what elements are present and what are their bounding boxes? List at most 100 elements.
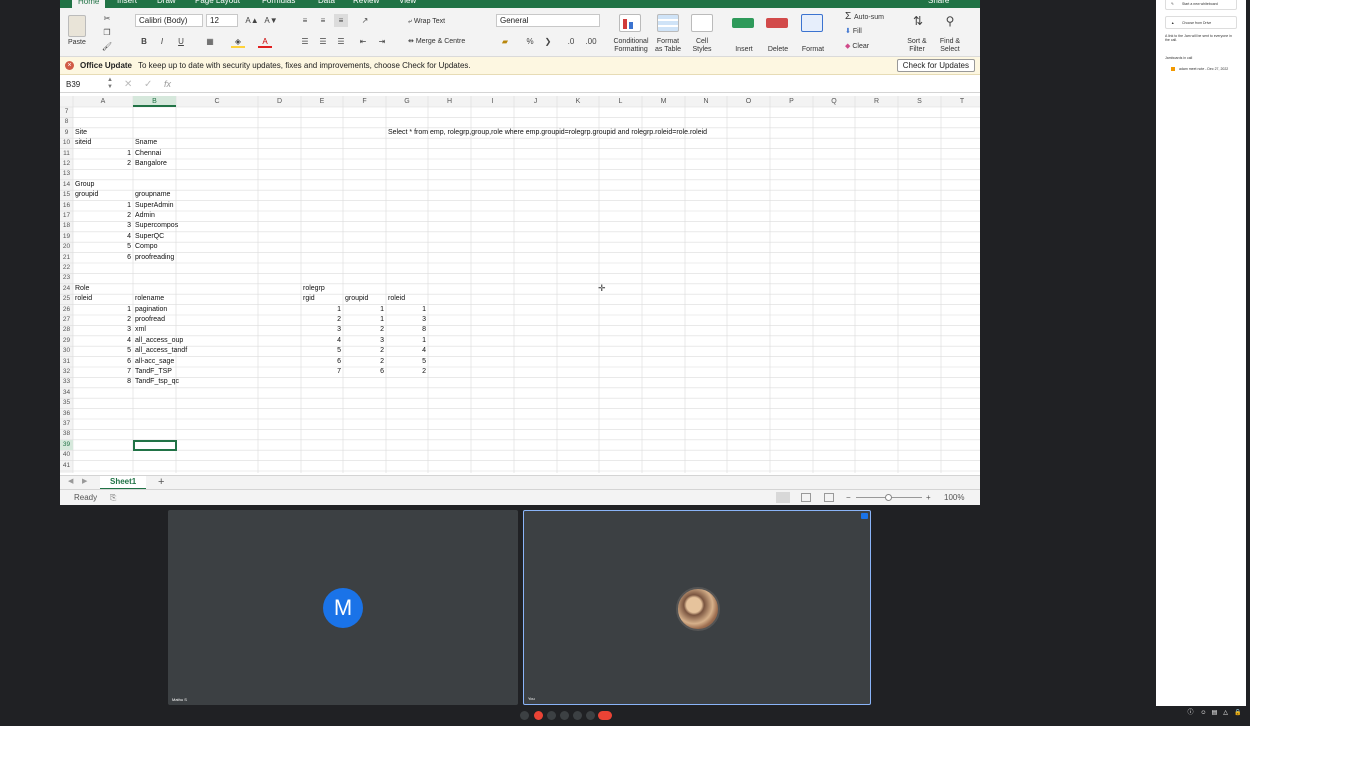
cell-f30[interactable]: 2 (345, 346, 384, 356)
cell-a32[interactable]: 7 (75, 367, 131, 377)
font-color-icon[interactable]: A (258, 35, 272, 48)
camera-off-icon[interactable] (534, 711, 543, 720)
cell-g31[interactable]: 5 (388, 357, 426, 367)
cell-a12[interactable]: 2 (75, 159, 131, 169)
row-header-37[interactable]: 37 (60, 419, 73, 429)
cell-g27[interactable]: 3 (388, 315, 426, 325)
cell-b30[interactable]: all_access_tandf (135, 346, 187, 356)
cell-a15[interactable]: groupid (75, 190, 98, 200)
cell-b28[interactable]: xml (135, 325, 146, 335)
check-for-updates-button[interactable]: Check for Updates (896, 59, 975, 72)
increase-font-icon[interactable]: A▲ (245, 14, 259, 27)
next-sheet-icon[interactable]: ▶ (82, 477, 87, 485)
row-header-31[interactable]: 31 (60, 357, 73, 367)
zoom-slider[interactable] (856, 494, 922, 501)
column-header-a[interactable]: A (73, 96, 133, 107)
decrease-indent-icon[interactable]: ⇤ (356, 35, 370, 48)
cell-f27[interactable]: 1 (345, 315, 384, 325)
sheet-tab[interactable]: Sheet1 (100, 476, 147, 490)
row-header-12[interactable]: 12 (60, 159, 73, 169)
prev-sheet-icon[interactable]: ◀ (68, 477, 73, 485)
cell-f28[interactable]: 2 (345, 325, 384, 335)
delete-label[interactable]: Delete (764, 46, 792, 54)
column-header-j[interactable]: J (514, 96, 557, 107)
format-as-table-label-2[interactable]: as Table (650, 46, 686, 54)
cell-a30[interactable]: 5 (75, 346, 131, 356)
update-close-icon[interactable]: × (65, 61, 74, 70)
cell-f31[interactable]: 2 (345, 357, 384, 367)
cell-g25[interactable]: roleid (388, 294, 405, 304)
row-header-11[interactable]: 11 (60, 149, 73, 159)
cell-e27[interactable]: 2 (303, 315, 341, 325)
find-select-icon[interactable]: ⚲ (940, 15, 960, 28)
font-size-select[interactable]: 12 (206, 14, 238, 27)
column-header-p[interactable]: P (770, 96, 813, 107)
cell-a28[interactable]: 3 (75, 325, 131, 335)
fill-button[interactable]: ⬇ Fill (845, 28, 862, 36)
activities-icon[interactable]: △ (1222, 710, 1229, 717)
row-header-40[interactable]: 40 (60, 450, 73, 460)
cell-a24[interactable]: Role (75, 284, 89, 294)
cell-e30[interactable]: 5 (303, 346, 341, 356)
cell-b31[interactable]: all-acc_sage (135, 357, 174, 367)
selected-cell[interactable] (133, 439, 177, 452)
row-header-8[interactable]: 8 (60, 117, 73, 127)
row-header-18[interactable]: 18 (60, 221, 73, 231)
align-bottom-icon[interactable]: ≡ (334, 14, 348, 27)
accessibility-icon[interactable]: ⎘ (110, 490, 116, 505)
page-break-view-icon[interactable] (824, 493, 834, 502)
column-header-h[interactable]: H (428, 96, 471, 107)
cell-b32[interactable]: TandF_TSP (135, 367, 172, 377)
decrease-decimal-icon[interactable]: .00 (584, 35, 598, 48)
cell-b16[interactable]: SuperAdmin (135, 201, 174, 211)
find-select-label-1[interactable]: Find & (936, 38, 964, 46)
align-right-icon[interactable]: ☰ (334, 35, 348, 48)
column-header-d[interactable]: D (258, 96, 301, 107)
cell-b11[interactable]: Chennai (135, 149, 161, 159)
row-header-16[interactable]: 16 (60, 201, 73, 211)
conditional-formatting-label-1[interactable]: Conditional (611, 38, 651, 46)
cell-b21[interactable]: proofreading (135, 253, 174, 263)
row-header-30[interactable]: 30 (60, 346, 73, 356)
copy-icon[interactable]: ❐ (100, 26, 114, 39)
row-header-29[interactable]: 29 (60, 336, 73, 346)
page-layout-view-icon[interactable] (801, 493, 811, 502)
cell-b33[interactable]: TandF_tsp_qc (135, 377, 179, 387)
align-center-icon[interactable]: ☰ (316, 35, 330, 48)
cell-g30[interactable]: 4 (388, 346, 426, 356)
cell-b12[interactable]: Bangalore (135, 159, 167, 169)
row-header-24[interactable]: 24 (60, 284, 73, 294)
info-icon[interactable]: ⓘ (1187, 710, 1194, 717)
orientation-icon[interactable]: ↗ (358, 14, 372, 27)
column-header-t[interactable]: T (941, 96, 980, 107)
cell-b15[interactable]: groupname (135, 190, 170, 200)
captions-icon[interactable] (547, 711, 556, 720)
format-label[interactable]: Format (798, 46, 828, 54)
row-header-17[interactable]: 17 (60, 211, 73, 221)
add-sheet-button[interactable]: + (158, 476, 164, 489)
cell-f25[interactable]: groupid (345, 294, 368, 304)
row-header-28[interactable]: 28 (60, 325, 73, 335)
cell-b27[interactable]: proofread (135, 315, 165, 325)
row-header-20[interactable]: 20 (60, 242, 73, 252)
row-header-21[interactable]: 21 (60, 253, 73, 263)
conditional-formatting-icon[interactable] (619, 14, 641, 32)
more-options-icon[interactable] (586, 711, 595, 720)
row-header-10[interactable]: 10 (60, 138, 73, 148)
cell-b26[interactable]: pagination (135, 305, 167, 315)
increase-indent-icon[interactable]: ⇥ (375, 35, 389, 48)
row-header-41[interactable]: 41 (60, 461, 73, 471)
paste-icon[interactable] (68, 15, 86, 37)
normal-view-icon[interactable] (776, 492, 790, 503)
column-header-k[interactable]: K (557, 96, 599, 107)
row-header-38[interactable]: 38 (60, 429, 73, 439)
autosum-button[interactable]: Σ Auto-sum (845, 12, 884, 22)
cell-a26[interactable]: 1 (75, 305, 131, 315)
row-header-9[interactable]: 9 (60, 128, 73, 138)
column-header-r[interactable]: R (855, 96, 898, 107)
tab-home[interactable]: Home (72, 0, 106, 8)
cell-f26[interactable]: 1 (345, 305, 384, 315)
column-header-q[interactable]: Q (813, 96, 855, 107)
column-header-i[interactable]: I (471, 96, 514, 107)
cell-a19[interactable]: 4 (75, 232, 131, 242)
